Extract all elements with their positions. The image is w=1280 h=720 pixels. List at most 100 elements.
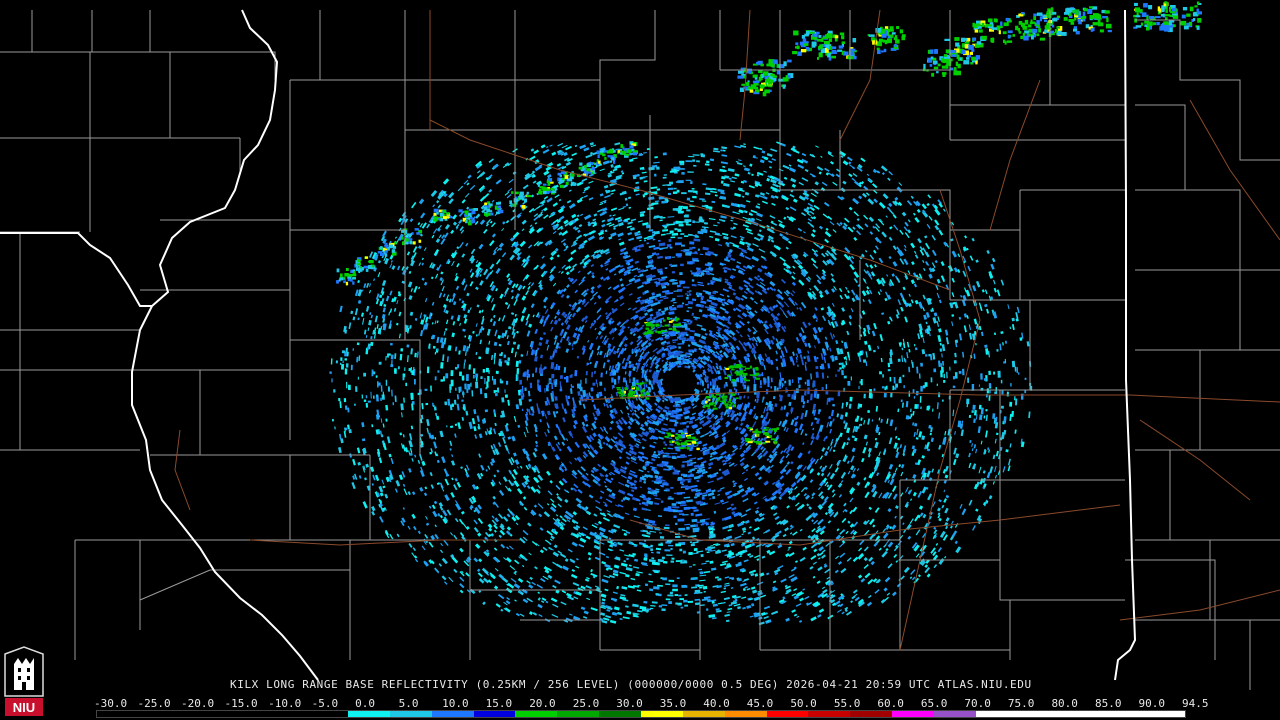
echo-gate [1000,405,1004,409]
echo-gate [685,333,689,337]
echo-gate [658,239,661,242]
echo-gate [660,378,663,381]
echo-gate [920,334,924,338]
echo-gate [487,376,490,382]
echo-gate [683,428,688,432]
echo-gate [450,379,454,387]
echo-gate [574,370,578,377]
echo-gate [654,156,658,159]
echo-gate [895,383,898,388]
echo-gate [684,594,688,596]
echo-gate [700,554,704,558]
echo-gate [881,386,885,389]
echo-gate [484,392,488,399]
echo-gate [939,348,943,352]
echo-gate [662,152,667,156]
echo-gate [966,398,970,405]
echo-gate [656,188,661,191]
echo-gate [664,549,671,552]
echo-gate [526,369,529,376]
echo-gate [689,247,693,250]
echo-gate [493,378,497,385]
echo-gate [787,393,791,397]
echo-gate [613,379,617,385]
echo-gate [677,256,682,258]
echo-gate [682,485,689,488]
echo-gate [668,238,672,242]
echo-gate [667,594,674,597]
echo-gate [338,397,341,402]
echo-gate [887,368,891,372]
echo-gate [687,171,694,173]
echo-gate [830,397,834,401]
echo-gate [677,336,681,339]
echo-gate [667,184,672,187]
echo-gate [661,604,668,606]
echo-gate [674,594,678,596]
echo-gate [676,295,684,297]
echo-gate [858,403,863,408]
echo-gate [392,402,395,406]
echo-gate [883,392,887,398]
echo-gate [837,369,841,372]
echo-gate [683,474,688,478]
echo-gate [905,415,910,420]
echo-gate [984,344,988,348]
echo-gate [686,197,691,201]
echo-gate [495,370,499,374]
echo-gate [385,379,388,386]
echo-gate [654,570,659,574]
echo-gate [639,152,643,157]
echo-gate [685,303,689,306]
echo-gate [682,321,687,324]
echo-gate [924,382,928,387]
echo-gate [690,270,693,272]
echo-gate [695,193,698,195]
echo-gate [551,373,555,379]
echo-gate [689,541,693,544]
echo-gate [433,406,437,411]
echo-gate [993,371,996,375]
echo-gate [472,368,476,374]
echo-gate [370,341,374,346]
echo-gate [668,579,675,582]
echo-gate [578,383,582,390]
echo-gate [346,381,348,389]
echo-gate [529,382,533,389]
echo-gate [365,402,369,408]
echo-gate [681,192,687,195]
echo-gate [507,357,511,362]
echo-gate [954,339,959,344]
echo-gate [804,381,807,385]
echo-gate [677,518,685,522]
echo-gate [482,369,486,373]
echo-gate [842,364,846,368]
echo-gate [404,367,406,371]
echo-gate [687,600,694,603]
echo-gate [913,396,916,399]
echo-gate [692,246,696,249]
echo-gate [691,272,697,275]
echo-gate [516,368,520,375]
echo-gate [684,293,689,295]
echo-gate [920,385,923,392]
echo-gate [1017,372,1020,375]
echo-gate [340,357,343,361]
echo-gate [686,294,689,297]
echo-gate [445,373,449,379]
echo-gate [653,586,660,590]
echo-gate [585,378,587,384]
echo-gate [680,504,687,507]
echo-gate [444,401,448,406]
echo-gate [680,561,688,564]
echo-gate [691,312,695,316]
echo-gate [335,360,338,364]
echo-gate [643,553,648,557]
echo-gate [650,544,653,548]
echo-gate [678,527,686,531]
echo-gate [753,384,757,391]
echo-gate [941,399,944,402]
echo-gate [670,548,673,550]
echo-gate [675,253,682,257]
echo-gate [658,605,663,608]
